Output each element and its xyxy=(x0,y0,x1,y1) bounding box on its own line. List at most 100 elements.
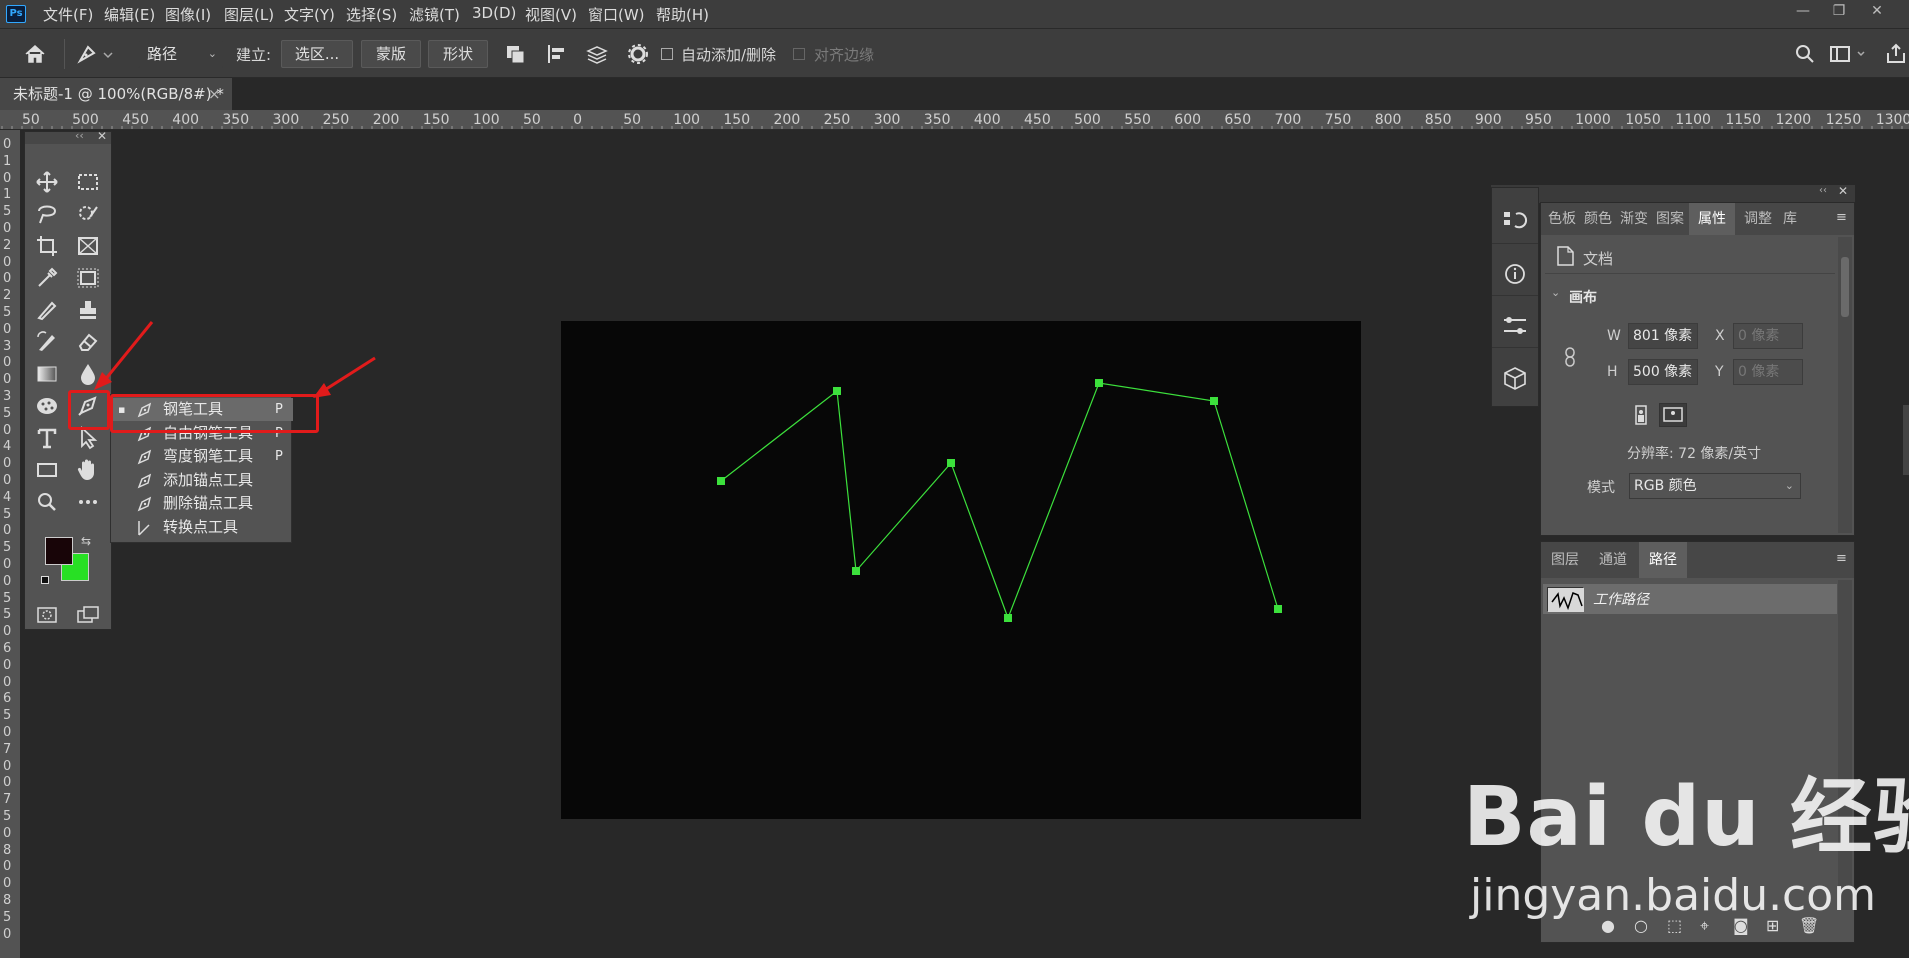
panel-menu-icon[interactable]: ≡ xyxy=(1836,551,1847,566)
quick-mask-icon[interactable] xyxy=(31,602,63,630)
color-mode-select[interactable]: RGB 颜色 ⌄ xyxy=(1629,473,1801,499)
frame-tool-icon[interactable] xyxy=(72,233,104,261)
type-tool-icon[interactable] xyxy=(31,425,63,453)
default-colors-icon[interactable] xyxy=(41,576,49,584)
adjustments-icon[interactable] xyxy=(1492,304,1538,348)
chevron-down-icon[interactable]: ⌄ xyxy=(1551,286,1560,299)
ruler-label: 2 xyxy=(3,237,12,253)
anchor-point[interactable] xyxy=(717,477,725,485)
hand-tool-icon[interactable] xyxy=(72,457,104,485)
anchor-point[interactable] xyxy=(852,567,860,575)
width-field[interactable]: 801 像素 xyxy=(1628,323,1698,349)
workspace-icon[interactable] xyxy=(1828,41,1865,67)
menu-filter[interactable]: 滤镜(T) xyxy=(409,4,460,25)
minimize-icon[interactable]: — xyxy=(1790,3,1816,23)
anchor-point[interactable] xyxy=(947,459,955,467)
tab-properties[interactable]: 属性 xyxy=(1689,203,1735,235)
screen-mode-icon[interactable] xyxy=(72,602,104,630)
tab-adjustments[interactable]: 调整 xyxy=(1741,203,1775,235)
home-icon[interactable] xyxy=(22,41,48,67)
menu-view[interactable]: 视图(V) xyxy=(525,4,577,25)
move-tool-icon[interactable] xyxy=(31,169,63,197)
brush-tool-icon[interactable] xyxy=(31,297,63,325)
path-arrangement-icon[interactable] xyxy=(584,41,610,67)
lasso-tool-icon[interactable] xyxy=(31,201,63,229)
tab-layers[interactable]: 图层 xyxy=(1543,542,1587,578)
crop-tool-icon[interactable] xyxy=(31,233,63,261)
menu-select[interactable]: 选择(S) xyxy=(346,4,397,25)
foreground-color-swatch[interactable] xyxy=(45,537,73,565)
collapse-icon[interactable]: ‹‹ xyxy=(1819,185,1827,196)
tab-pattern[interactable]: 图案 xyxy=(1653,203,1687,235)
swap-colors-icon[interactable]: ⇆ xyxy=(81,534,91,548)
tab-libraries[interactable]: 库 xyxy=(1777,203,1803,235)
gear-icon[interactable] xyxy=(625,41,651,67)
document-canvas[interactable] xyxy=(561,321,1361,819)
restore-icon[interactable]: ❐ xyxy=(1826,3,1852,23)
menu-help[interactable]: 帮助(H) xyxy=(656,4,709,25)
panel-menu-icon[interactable]: ≡ xyxy=(1836,210,1847,225)
make-mask-button[interactable]: 蒙版 xyxy=(361,40,421,68)
tab-channels[interactable]: 通道 xyxy=(1589,542,1637,578)
link-icon[interactable] xyxy=(1563,346,1577,372)
path-row-work-path[interactable]: 工作路径 xyxy=(1543,584,1837,614)
menu-3d[interactable]: 3D(D) xyxy=(472,4,516,22)
x-field[interactable]: 0 像素 xyxy=(1733,323,1803,349)
make-selection-button[interactable]: 选区... xyxy=(281,40,353,68)
anchor-point[interactable] xyxy=(1210,397,1218,405)
path-alignment-icon[interactable] xyxy=(543,41,569,67)
flyout-item[interactable]: 弯度钢笔工具 P xyxy=(111,445,293,468)
auto-add-delete-checkbox[interactable] xyxy=(661,48,673,60)
anchor-point[interactable] xyxy=(1274,605,1282,613)
anchor-point[interactable] xyxy=(1004,614,1012,622)
properties-scrollbar[interactable] xyxy=(1838,237,1852,533)
document-tab[interactable]: 未标题-1 @ 100%(RGB/8#) * × xyxy=(0,78,232,110)
collapse-icon[interactable]: ‹‹ xyxy=(75,129,84,142)
menu-image[interactable]: 图像(I) xyxy=(165,4,211,25)
quick-selection-tool-icon[interactable] xyxy=(72,201,104,229)
history-panel-icon[interactable] xyxy=(1492,200,1538,244)
close-tab-icon[interactable]: × xyxy=(208,78,221,110)
scrollbar-thumb[interactable] xyxy=(1841,257,1849,317)
landscape-orientation-icon[interactable] xyxy=(1659,403,1687,427)
3d-icon[interactable] xyxy=(1492,356,1538,400)
menu-layer[interactable]: 图层(L) xyxy=(224,4,274,25)
flyout-item[interactable]: 转换点工具 xyxy=(111,516,293,539)
menu-type[interactable]: 文字(Y) xyxy=(284,4,335,25)
flyout-item[interactable]: 删除锚点工具 xyxy=(111,492,293,515)
menu-window[interactable]: 窗口(W) xyxy=(588,4,645,25)
frame-object-tool-icon[interactable] xyxy=(72,265,104,293)
rectangle-tool-icon[interactable] xyxy=(31,457,63,485)
marquee-tool-icon[interactable] xyxy=(72,169,104,197)
close-window-icon[interactable]: ✕ xyxy=(1864,3,1890,23)
y-field[interactable]: 0 像素 xyxy=(1733,359,1803,385)
align-edges-checkbox[interactable] xyxy=(793,48,805,60)
portrait-orientation-icon[interactable] xyxy=(1629,403,1653,427)
pen-tool-preset-icon[interactable] xyxy=(74,41,113,67)
zoom-tool-icon[interactable] xyxy=(31,489,63,517)
gradient-tool-icon[interactable] xyxy=(31,361,63,389)
eyedropper-tool-icon[interactable] xyxy=(31,265,63,293)
search-icon[interactable] xyxy=(1792,41,1818,67)
close-toolbox-icon[interactable]: ✕ xyxy=(97,129,107,143)
flyout-item[interactable]: 添加锚点工具 xyxy=(111,469,293,492)
share-icon[interactable] xyxy=(1884,41,1909,67)
anchor-point[interactable] xyxy=(1095,379,1103,387)
tab-paths[interactable]: 路径 xyxy=(1639,542,1687,578)
tab-color[interactable]: 颜色 xyxy=(1581,203,1615,235)
info-icon[interactable] xyxy=(1492,252,1538,296)
history-brush-tool-icon[interactable] xyxy=(31,329,63,357)
anchor-point[interactable] xyxy=(833,387,841,395)
tab-swatches[interactable]: 色板 xyxy=(1545,203,1579,235)
path-segment[interactable] xyxy=(720,382,1279,620)
sponge-tool-icon[interactable] xyxy=(31,393,63,421)
tab-gradient[interactable]: 渐变 xyxy=(1617,203,1651,235)
close-panel-icon[interactable]: ✕ xyxy=(1838,184,1848,198)
mode-select[interactable]: 路径 ⌄ xyxy=(138,40,224,68)
path-operations-icon[interactable] xyxy=(503,41,529,67)
make-shape-button[interactable]: 形状 xyxy=(428,40,488,68)
more-tools-icon[interactable] xyxy=(72,489,104,517)
menu-file[interactable]: 文件(F) xyxy=(43,4,93,25)
menu-edit[interactable]: 编辑(E) xyxy=(104,4,155,25)
height-field[interactable]: 500 像素 xyxy=(1628,359,1698,385)
